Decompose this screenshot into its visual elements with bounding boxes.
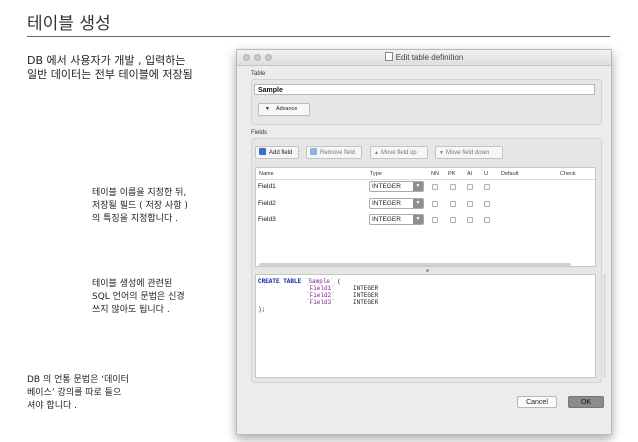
advanced-label: Advance bbox=[275, 106, 298, 112]
nn-checkbox[interactable] bbox=[432, 184, 438, 190]
sql-scrollbar[interactable] bbox=[603, 274, 606, 378]
disclosure-triangle-icon: ▼ bbox=[265, 106, 270, 112]
sql-type: INTEGER bbox=[353, 292, 379, 299]
window-title: Edit table definition bbox=[395, 53, 464, 62]
field-type-select[interactable]: INTEGER ▼ bbox=[369, 214, 424, 225]
note-db-course: DB 의 언통 문법은 ‘데이터 베이스’ 강의를 따로 들으 셔야 합니다 . bbox=[27, 375, 129, 411]
arrow-up-icon: ▲ bbox=[374, 150, 379, 156]
edit-table-dialog: Edit table definition Table Sample ▼ Adva… bbox=[236, 49, 612, 435]
document-icon bbox=[384, 52, 393, 61]
add-field-icon bbox=[259, 148, 266, 155]
note-sql: 테이블 생성에 관련된 SQL 언어의 문법은 신경 쓰지 않아도 됩니다 . bbox=[92, 279, 185, 315]
sql-field: `Field1` bbox=[306, 285, 335, 292]
field-name-cell[interactable]: Field2 bbox=[258, 200, 276, 207]
nn-checkbox[interactable] bbox=[432, 201, 438, 207]
advanced-toggle-button[interactable]: ▼ Advance bbox=[258, 103, 310, 116]
sql-keyword: CREATE TABLE bbox=[258, 278, 302, 285]
remove-field-icon bbox=[310, 148, 317, 155]
sql-type: INTEGER bbox=[353, 299, 379, 306]
pk-checkbox[interactable] bbox=[450, 217, 456, 223]
column-header-ai[interactable]: AI bbox=[467, 171, 472, 177]
window-titlebar[interactable]: Edit table definition bbox=[237, 50, 611, 66]
field-name-cell[interactable]: Field1 bbox=[258, 183, 276, 190]
column-header-nn[interactable]: NN bbox=[431, 171, 439, 177]
header-divider bbox=[256, 179, 595, 180]
fields-table[interactable] bbox=[255, 167, 596, 267]
field-type-select[interactable]: INTEGER ▼ bbox=[369, 181, 424, 192]
unique-checkbox[interactable] bbox=[484, 217, 490, 223]
unique-checkbox[interactable] bbox=[484, 201, 490, 207]
dropdown-arrow-icon: ▼ bbox=[413, 199, 423, 208]
note-table-name: 테이블 이름을 지정한 뒤, 저장될 필드 ( 저장 사항 ) 의 특징을 지정… bbox=[92, 188, 188, 224]
arrow-down-icon: ▼ bbox=[439, 150, 444, 156]
column-header-pk[interactable]: PK bbox=[448, 171, 455, 177]
move-field-down-button[interactable]: ▼ Move field down bbox=[435, 146, 503, 159]
sql-field: `Field3` bbox=[306, 299, 335, 306]
field-name-cell[interactable]: Field3 bbox=[258, 216, 276, 223]
intro-text: DB 에서 사용자가 개발 , 입력하는 일반 데이터는 전부 테이블에 저장됨 bbox=[27, 54, 193, 81]
nn-checkbox[interactable] bbox=[432, 217, 438, 223]
slide-title: 테이블 생성 bbox=[27, 14, 111, 34]
pk-checkbox[interactable] bbox=[450, 184, 456, 190]
column-header-check[interactable]: Check bbox=[560, 171, 576, 177]
sql-field: `Field2` bbox=[306, 292, 335, 299]
dropdown-arrow-icon: ▼ bbox=[413, 215, 423, 224]
dropdown-arrow-icon: ▼ bbox=[413, 182, 423, 191]
column-header-name[interactable]: Name bbox=[259, 171, 274, 177]
ai-checkbox[interactable] bbox=[467, 201, 473, 207]
column-header-u[interactable]: U bbox=[484, 171, 488, 177]
ai-checkbox[interactable] bbox=[467, 217, 473, 223]
add-field-button[interactable]: Add field bbox=[255, 146, 299, 159]
remove-field-button[interactable]: Remove field bbox=[306, 146, 362, 159]
move-field-up-button[interactable]: ▲ Move field up bbox=[370, 146, 428, 159]
sql-table-name: `Sample` bbox=[304, 278, 334, 285]
cancel-button[interactable]: Cancel bbox=[517, 396, 557, 408]
pk-checkbox[interactable] bbox=[450, 201, 456, 207]
unique-checkbox[interactable] bbox=[484, 184, 490, 190]
splitter-handle[interactable] bbox=[426, 269, 429, 272]
column-header-type[interactable]: Type bbox=[370, 171, 382, 177]
ok-button[interactable]: OK bbox=[568, 396, 604, 408]
column-header-default[interactable]: Default bbox=[501, 171, 518, 177]
fields-section-label: Fields bbox=[251, 130, 268, 136]
sql-preview[interactable]: CREATE TABLE `Sample` ( `Field1` INTEGER… bbox=[255, 274, 596, 378]
title-divider bbox=[27, 36, 610, 37]
table-section-label: Table bbox=[251, 71, 266, 77]
table-name-input[interactable]: Sample bbox=[254, 84, 595, 95]
ai-checkbox[interactable] bbox=[467, 184, 473, 190]
sql-type: INTEGER bbox=[353, 285, 379, 292]
horizontal-scrollbar[interactable] bbox=[259, 263, 571, 266]
field-type-select[interactable]: INTEGER ▼ bbox=[369, 198, 424, 209]
